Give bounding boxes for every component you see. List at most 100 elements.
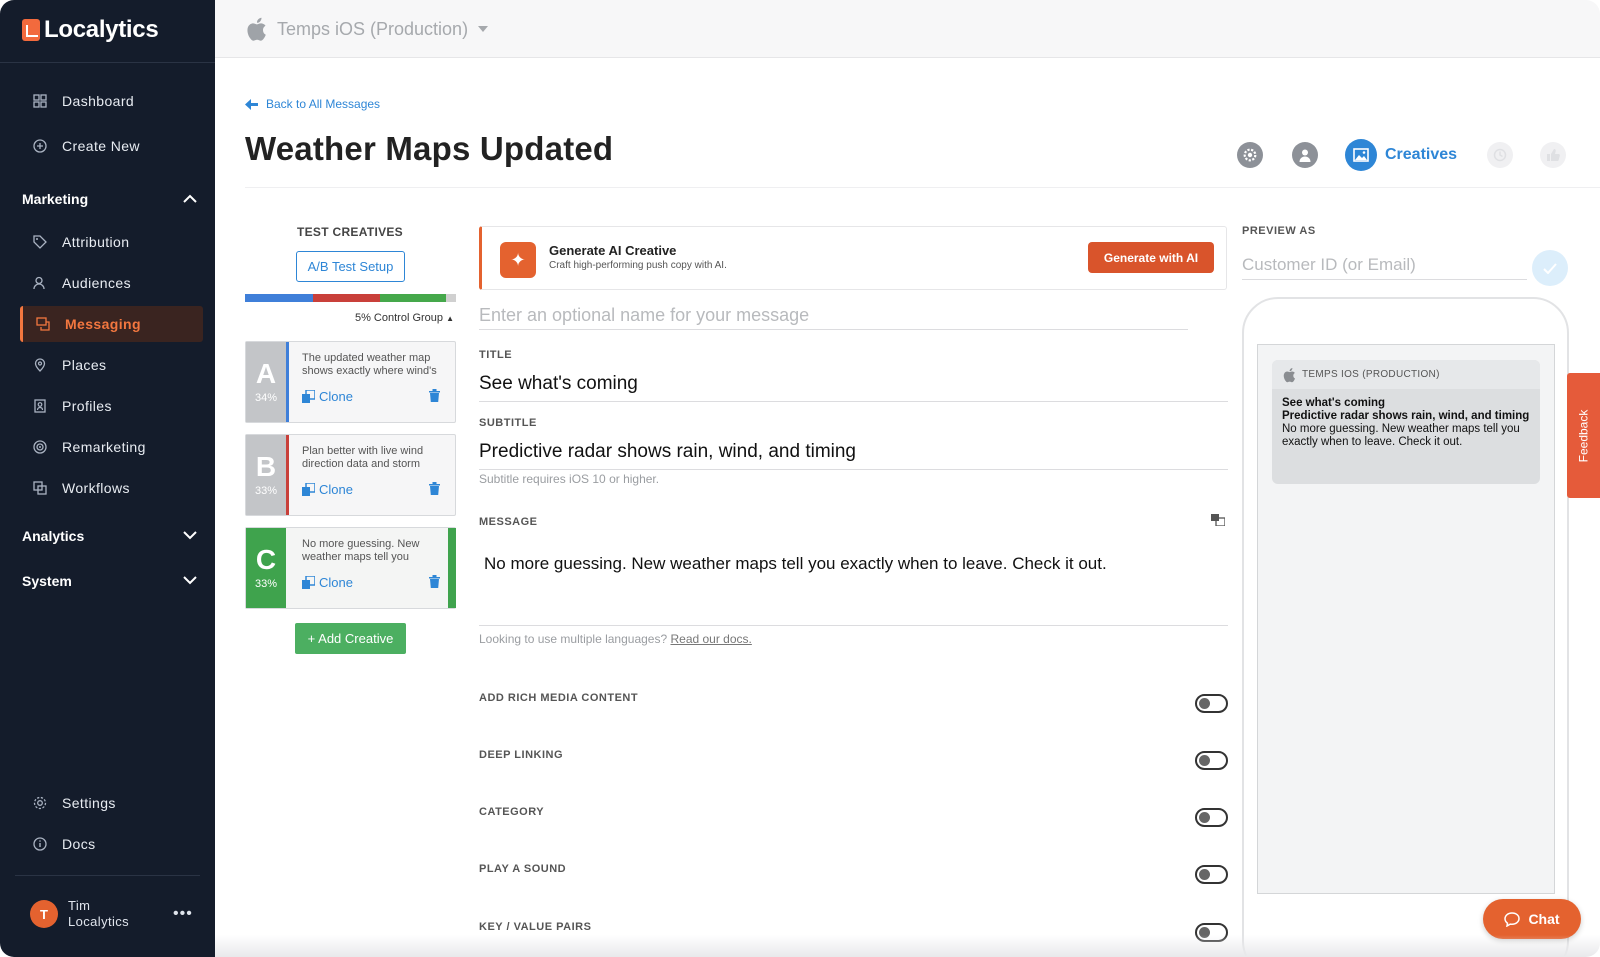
sidebar-item-dashboard[interactable]: Dashboard	[20, 83, 203, 119]
customer-id-input[interactable]	[1242, 250, 1527, 280]
sidebar-item-label: Workflows	[62, 480, 130, 496]
creative-percent: 34%	[254, 392, 278, 404]
localytics-logo[interactable]: Localytics	[22, 16, 159, 44]
back-to-messages-link[interactable]: Back to All Messages	[245, 97, 380, 111]
generate-with-ai-button[interactable]: Generate with AI	[1088, 242, 1214, 273]
clone-button[interactable]: Clone	[302, 389, 353, 404]
message-name-input[interactable]	[479, 302, 1188, 330]
sidebar-item-profiles[interactable]: Profiles	[20, 388, 203, 424]
plus-circle-icon	[32, 138, 48, 154]
feedback-tab[interactable]: Feedback	[1567, 373, 1600, 498]
trash-icon[interactable]	[429, 575, 440, 591]
sidebar-item-settings[interactable]: Settings	[20, 785, 203, 821]
clone-button[interactable]: Clone	[302, 482, 353, 497]
brand-name: Localytics	[44, 16, 159, 43]
sidebar-item-label: Profiles	[62, 398, 112, 414]
preview-submit-button[interactable]	[1532, 250, 1568, 286]
page-title: Weather Maps Updated	[245, 130, 614, 167]
feedback-label: Feedback	[1576, 409, 1591, 462]
app-selector[interactable]: Temps iOS (Production)	[245, 16, 489, 42]
arrow-left-icon	[245, 98, 258, 110]
clone-label: Clone	[319, 482, 353, 497]
creative-color-stripe	[286, 342, 289, 422]
title-field[interactable]: See what's coming	[479, 373, 1228, 402]
step-schedule[interactable]	[1487, 142, 1514, 168]
clone-button[interactable]: Clone	[302, 575, 353, 590]
step-audience[interactable]	[1292, 142, 1318, 168]
read-docs-link[interactable]: Read our docs.	[670, 632, 751, 646]
toggle-knob	[1199, 869, 1210, 880]
selected-indicator	[448, 528, 456, 608]
more-options-icon[interactable]: •••	[173, 905, 193, 923]
step-confirm[interactable]	[1540, 142, 1567, 168]
sidebar-divider	[0, 62, 215, 63]
deep-linking-toggle[interactable]	[1195, 751, 1228, 770]
add-creative-button[interactable]: + Add Creative	[295, 623, 406, 654]
toggle-row-play-sound: PLAY A SOUND	[479, 863, 1228, 887]
wizard-steps: Creatives	[1237, 139, 1567, 171]
toggle-label: PLAY A SOUND	[479, 863, 567, 875]
section-label: Analytics	[22, 528, 85, 544]
caret-down-icon	[478, 26, 489, 32]
target-icon	[32, 439, 48, 455]
translate-icon[interactable]	[1211, 514, 1226, 527]
ab-test-setup-button[interactable]: A/B Test Setup	[296, 251, 405, 282]
clone-label: Clone	[319, 575, 353, 590]
ai-creative-card: ✦ Generate AI Creative Craft high-perfor…	[479, 226, 1227, 290]
section-system[interactable]: System	[22, 569, 197, 593]
sidebar-item-audiences[interactable]: Audiences	[20, 265, 203, 301]
notification-message: No more guessing. New weather maps tell …	[1282, 423, 1520, 448]
rich-media-toggle[interactable]	[1195, 694, 1228, 713]
copy-icon	[302, 390, 315, 403]
message-label: MESSAGE	[479, 516, 538, 528]
person-icon	[1299, 149, 1311, 162]
section-analytics[interactable]: Analytics	[22, 524, 197, 548]
subtitle-field[interactable]: Predictive radar shows rain, wind, and t…	[479, 441, 1228, 470]
step-creatives-label: Creatives	[1385, 146, 1458, 163]
sparkle-icon: ✦	[500, 242, 536, 278]
control-group-selector[interactable]: 5% Control Group ▲	[245, 312, 454, 324]
languages-hint-text: Looking to use multiple languages?	[479, 632, 668, 646]
creative-letter: B	[255, 451, 277, 482]
section-marketing[interactable]: Marketing	[22, 187, 197, 211]
sidebar-item-create-new[interactable]: Create New	[20, 128, 203, 164]
sidebar-item-attribution[interactable]: Attribution	[20, 224, 203, 260]
creative-card-c[interactable]: C 33% No more guessing. New weather maps…	[245, 527, 456, 609]
id-card-icon	[32, 398, 48, 414]
creative-card-b[interactable]: B 33% Plan better with live wind directi…	[245, 434, 456, 516]
sidebar-item-label: Docs	[62, 836, 96, 852]
user-name: Tim	[68, 898, 91, 913]
chat-button[interactable]: Chat	[1483, 899, 1581, 939]
thumbs-up-icon	[1547, 149, 1560, 161]
step-settings[interactable]	[1237, 142, 1263, 168]
category-toggle[interactable]	[1195, 808, 1228, 827]
ai-card-subtitle: Craft high-performing push copy with AI.	[549, 260, 727, 271]
split-segment-c	[380, 294, 446, 302]
control-group-label: 5% Control Group	[354, 312, 444, 324]
sidebar-item-remarketing[interactable]: Remarketing	[20, 429, 203, 465]
traffic-split-bar	[245, 294, 456, 302]
message-textarea[interactable]: No more guessing. New weather maps tell …	[479, 540, 1228, 626]
toggle-row-category: CATEGORY	[479, 806, 1228, 830]
toggle-knob	[1199, 755, 1210, 766]
user-profile[interactable]: T Tim Localytics	[30, 898, 129, 930]
sidebar-item-messaging[interactable]: Messaging	[20, 306, 203, 342]
creative-preview-text: The updated weather map shows exactly wh…	[302, 352, 437, 377]
copy-icon	[302, 576, 315, 589]
app-window: Localytics Dashboard Create New Marketin…	[0, 0, 1600, 957]
creative-card-a[interactable]: A 34% The updated weather map shows exac…	[245, 341, 456, 423]
step-creatives[interactable]	[1345, 139, 1377, 171]
play-sound-toggle[interactable]	[1195, 865, 1228, 884]
top-bar: Temps iOS (Production)	[215, 0, 1600, 58]
trash-icon[interactable]	[429, 482, 440, 498]
test-creatives-title: TEST CREATIVES	[297, 225, 403, 239]
toggle-row-deep-linking: DEEP LINKING	[479, 749, 1228, 773]
checkmark-icon	[1543, 262, 1557, 274]
creative-badge: C 33%	[246, 528, 286, 608]
gear-icon	[1243, 148, 1257, 162]
trash-icon[interactable]	[429, 389, 440, 405]
creative-letter: C	[255, 544, 277, 575]
sidebar-item-docs[interactable]: Docs	[20, 826, 203, 862]
sidebar-item-workflows[interactable]: Workflows	[20, 470, 203, 506]
sidebar-item-places[interactable]: Places	[20, 347, 203, 383]
